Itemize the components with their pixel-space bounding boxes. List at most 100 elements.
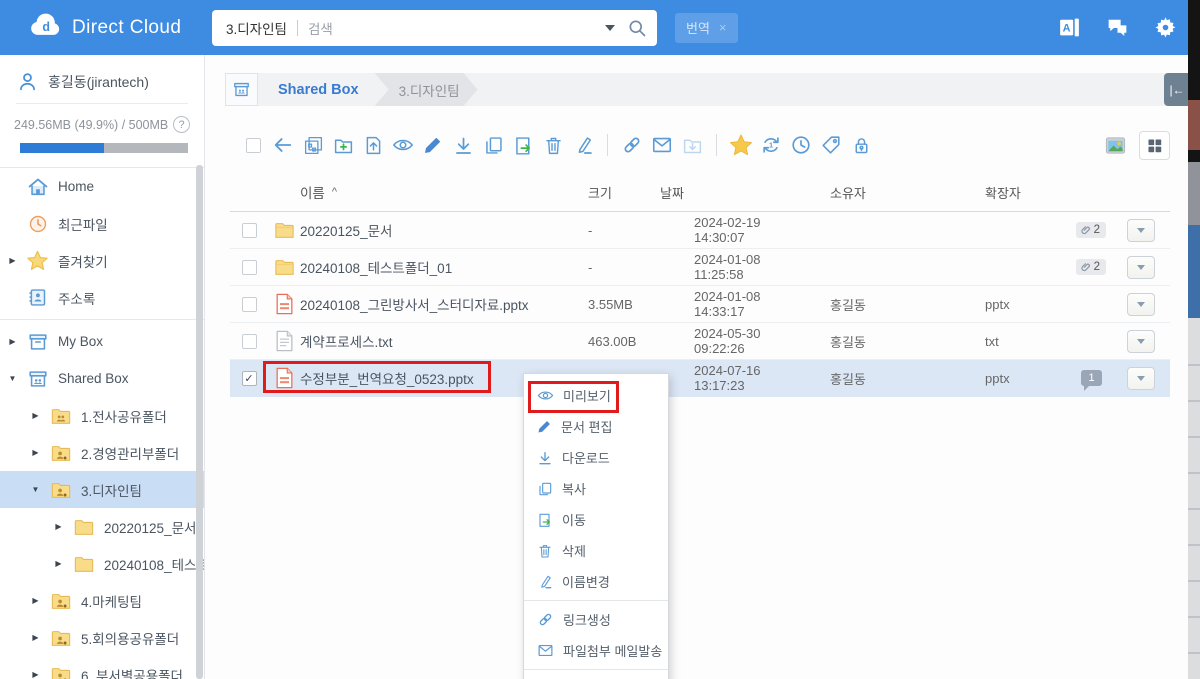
brand-logo[interactable]: d Direct Cloud: [28, 12, 198, 44]
column-header-date[interactable]: 날짜: [660, 183, 800, 202]
delete-button[interactable]: [538, 130, 568, 160]
create-link-button[interactable]: [617, 130, 647, 160]
row-menu-button[interactable]: [1127, 255, 1155, 279]
search-tag-chip[interactable]: 번역 ×: [675, 12, 738, 43]
settings-gear-icon[interactable]: [1152, 15, 1178, 41]
shortcut-icon[interactable]: [298, 130, 328, 160]
move-button[interactable]: [508, 130, 538, 160]
sidebar-item-home[interactable]: Home: [0, 168, 204, 205]
comment-count-badge[interactable]: 1: [1081, 370, 1102, 391]
menu-item-delete[interactable]: 삭제: [524, 535, 668, 566]
version-button[interactable]: 1: [756, 130, 786, 160]
download-button[interactable]: [448, 130, 478, 160]
preview-button[interactable]: [388, 130, 418, 160]
tree-item-subfolder2[interactable]: ▶ 20240108_테스트: [0, 545, 204, 582]
file-size: 463.00B: [588, 333, 637, 349]
link-count-badge[interactable]: 2: [1075, 222, 1106, 238]
sidebar-item-recent[interactable]: 최근파일: [0, 205, 204, 242]
copy-button[interactable]: [478, 130, 508, 160]
sidebar-item-favorites[interactable]: ▶ 즐겨찾기: [0, 242, 204, 279]
sidebar-item-sharedbox[interactable]: ▼ Shared Box: [0, 360, 204, 397]
expander-icon[interactable]: ▶: [30, 670, 41, 679]
menu-item-copy[interactable]: 복사: [524, 473, 668, 504]
storage-help-button[interactable]: ?: [173, 116, 190, 133]
file-date: 2024-07-16 13:17:23: [694, 363, 761, 393]
tag-button[interactable]: [816, 130, 846, 160]
thumbnail-view-button[interactable]: [1100, 130, 1130, 160]
back-button[interactable]: [268, 130, 298, 160]
tree-item-folder3-selected[interactable]: ▼ 3.디자인팀: [0, 471, 204, 508]
menu-item-download[interactable]: 다운로드: [524, 442, 668, 473]
menu-item-preview[interactable]: 미리보기: [524, 380, 668, 411]
top-header: d Direct Cloud 3.디자인팀 검색 번역 × A: [0, 0, 1200, 55]
table-row[interactable]: 20220125_문서 - 2024-02-19 14:30:07 2: [230, 212, 1170, 249]
menu-item-move[interactable]: 이동: [524, 504, 668, 535]
breadcrumb-root[interactable]: Shared Box: [278, 82, 359, 98]
expander-icon[interactable]: ▶: [30, 633, 41, 642]
link-count-badge[interactable]: 2: [1075, 259, 1106, 275]
sidebar-item-mybox[interactable]: ▶ My Box: [0, 323, 204, 360]
expander-icon[interactable]: ▼: [7, 374, 18, 383]
tag-close-icon[interactable]: ×: [719, 20, 727, 35]
expander-icon[interactable]: ▶: [30, 596, 41, 605]
grid-view-button[interactable]: [1139, 130, 1170, 160]
column-header-owner[interactable]: 소유자: [800, 183, 952, 202]
expander-icon[interactable]: ▶: [53, 559, 64, 568]
tree-item-folder2[interactable]: ▶ 2.경영관리부폴더: [0, 434, 204, 471]
history-button[interactable]: [786, 130, 816, 160]
expander-icon[interactable]: ▶: [7, 337, 18, 346]
tree-item-folder6[interactable]: ▶ 6. 부서별공용폴더: [0, 656, 204, 679]
upload-button[interactable]: [358, 130, 388, 160]
file-date: 2024-01-08 14:33:17: [694, 289, 761, 319]
expander-icon[interactable]: ▶: [30, 411, 41, 420]
new-folder-button[interactable]: [328, 130, 358, 160]
breadcrumb-current[interactable]: 3.디자인팀: [375, 73, 478, 106]
chat-button[interactable]: [1104, 15, 1130, 41]
search-scope-caret-icon[interactable]: [605, 24, 615, 31]
row-menu-button[interactable]: [1127, 292, 1155, 316]
expander-icon[interactable]: ▶: [53, 522, 64, 531]
sidebar-item-addressbook[interactable]: 주소록: [0, 279, 204, 316]
table-row[interactable]: 20240108_그린방사서_스터디자료.pptx 3.55MB 2024-01…: [230, 286, 1170, 323]
column-header-ext[interactable]: 확장자: [952, 183, 1052, 202]
menu-item-mail-attach[interactable]: 파일첨부 메일발송: [524, 635, 668, 666]
search-input[interactable]: 3.디자인팀 검색: [212, 9, 657, 46]
edit-button[interactable]: [418, 130, 448, 160]
mail-attach-button[interactable]: [647, 130, 677, 160]
row-checkbox[interactable]: [241, 259, 257, 275]
user-profile[interactable]: 홍길동(jirantech): [0, 55, 204, 92]
expander-icon[interactable]: ▼: [30, 485, 41, 494]
row-checkbox[interactable]: [241, 333, 257, 349]
sidebar-scrollbar[interactable]: [196, 165, 203, 679]
table-row[interactable]: 계약프로세스.txt 463.00B 2024-05-30 09:22:26 홍…: [230, 323, 1170, 360]
tree-item-folder1[interactable]: ▶ 1.전사공유폴더: [0, 397, 204, 434]
expander-icon[interactable]: ▶: [7, 256, 18, 265]
menu-item-rename[interactable]: 이름변경: [524, 566, 668, 597]
folder-icon: [72, 554, 95, 574]
expander-icon[interactable]: ▶: [30, 448, 41, 457]
tree-item-folder4[interactable]: ▶ 4.마케팅팀: [0, 582, 204, 619]
collapse-panel-button[interactable]: |←: [1164, 73, 1190, 106]
row-menu-button[interactable]: [1127, 366, 1155, 390]
select-all-checkbox[interactable]: [238, 130, 268, 160]
secure-folder-button[interactable]: [677, 130, 707, 160]
rename-button[interactable]: [568, 130, 598, 160]
tree-item-subfolder1[interactable]: ▶ 20220125_문서: [0, 508, 204, 545]
row-checkbox[interactable]: [241, 296, 257, 312]
translate-button[interactable]: A: [1056, 15, 1082, 41]
tree-item-folder5[interactable]: ▶ 5.회의용공유폴더: [0, 619, 204, 656]
menu-item-comment-settings[interactable]: 코멘트 설정: [524, 673, 668, 679]
search-icon[interactable]: [627, 18, 647, 38]
column-header-name[interactable]: 이름 ^: [300, 182, 552, 202]
menu-item-create-link[interactable]: 링크생성: [524, 604, 668, 635]
row-checkbox-checked[interactable]: ✓: [241, 370, 257, 386]
row-menu-button[interactable]: [1127, 329, 1155, 353]
favorite-star-button[interactable]: [726, 130, 756, 160]
lock-button[interactable]: [846, 130, 876, 160]
menu-item-edit[interactable]: 문서 편집: [524, 411, 668, 442]
column-header-size[interactable]: 크기: [552, 183, 660, 202]
row-menu-button[interactable]: [1127, 218, 1155, 242]
row-checkbox[interactable]: [241, 222, 257, 238]
table-row-selected[interactable]: ✓ 수정부분_번역요청_0523.pptx 686.33KB 2024-07-1…: [230, 360, 1170, 397]
table-row[interactable]: 20240108_테스트폴더_01 - 2024-01-08 11:25:58 …: [230, 249, 1170, 286]
